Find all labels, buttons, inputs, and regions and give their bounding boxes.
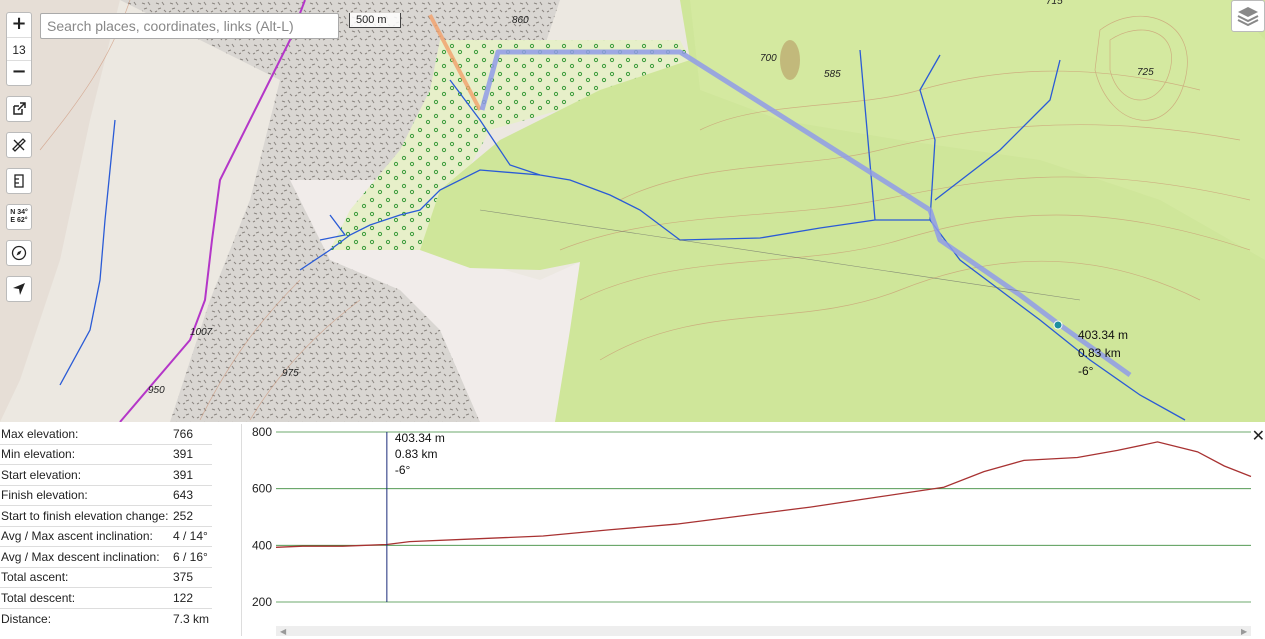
stat-row: Finish elevation: 643 [0,486,212,506]
stat-label: Max elevation: [1,426,79,441]
search-input[interactable] [40,13,339,39]
stat-label: Start elevation: [1,467,82,482]
cursor-label: -6° [395,463,411,477]
open-external-button[interactable] [6,96,32,122]
stat-label: Finish elevation: [1,488,88,503]
stat-label: Distance: [1,611,52,626]
stat-row: Avg / Max ascent inclination: 4 / 14° [0,527,212,547]
zoom-out-button[interactable]: − [7,61,31,85]
stat-value: 391 [173,447,194,462]
stat-value: 122 [173,590,194,605]
scale-label: 500 m [356,14,387,26]
cursor-label: 403.34 m [395,431,445,445]
stat-row: Start to finish elevation change: 252 [0,506,212,527]
peak-label: 715 [1046,0,1063,7]
map-canvas[interactable] [0,0,1265,422]
stat-value: 4 / 14° [173,529,208,544]
peak-label: 975 [282,368,299,379]
y-tick-label: 800 [252,425,272,439]
elevation-profile-chart[interactable]: 200 400 600 800 403.34 m 0.83 km -6° ✕ [242,422,1265,636]
map-view[interactable]: 860 715 700 585 725 1007 975 950 403.34 … [0,0,1265,422]
peak-label: 725 [1137,67,1154,78]
stat-value: 375 [173,570,194,585]
stat-value: 252 [173,508,194,523]
locate-button[interactable] [6,276,32,302]
coordinates-lat: N 34° [10,209,28,216]
elevation-stats-table: Max elevation: 766 Min elevation: 391 Start … [0,424,212,629]
stat-label: Total descent: [1,590,76,605]
map-point-tooltip: 403.34 m 0.83 km -6° [1078,326,1128,380]
elevation-chart-svg[interactable]: 200 400 600 800 403.34 m 0.83 km -6° [242,422,1265,636]
tooltip-elevation: 403.34 m [1078,328,1129,342]
map-controls: + 13 − N 34° E 62° [6,12,32,302]
peak-label: 700 [760,53,777,64]
tooltip-distance: 0.83 km [1078,346,1121,360]
stat-value: 766 [173,426,194,441]
coordinates-lon: E 62° [10,217,28,224]
zoom-control: + 13 − [6,12,32,86]
layers-icon [1237,7,1259,27]
stat-value: 7.3 km [173,611,210,626]
panorama-icon [14,174,24,188]
layers-button[interactable] [1231,0,1265,32]
print-button[interactable] [6,168,32,194]
close-profile-button[interactable]: ✕ [1252,426,1265,445]
compass-button[interactable] [6,240,32,266]
stat-label: Avg / Max descent inclination: [1,549,160,564]
scroll-left-icon[interactable]: ◀ [280,627,286,636]
stat-row: Distance: 7.3 km [0,609,212,630]
zoom-in-button[interactable]: + [7,13,31,37]
cursor-label: 0.83 km [395,447,438,461]
y-tick-label: 400 [252,538,272,552]
stat-label: Start to finish elevation change: [1,508,169,523]
stat-row: Max elevation: 766 [0,424,212,445]
stat-value: 643 [173,488,194,503]
peak-label: 860 [512,15,529,26]
peak-label: 585 [824,69,841,80]
stat-label: Avg / Max ascent inclination: [1,529,153,544]
stat-row: Total descent: 122 [0,588,212,609]
stat-label: Total ascent: [1,570,69,585]
scroll-right-icon[interactable]: ▶ [1241,627,1247,636]
ruler-icon [12,138,26,152]
stat-value: 6 / 16° [173,549,208,564]
chart-scrollbar[interactable] [276,626,1251,636]
location-arrow-icon [13,283,25,295]
compass-icon [11,245,27,261]
stat-value: 391 [173,467,194,482]
stat-row: Start elevation: 391 [0,465,212,486]
peak-label: 1007 [190,327,213,338]
contour-label: 950 [148,385,165,396]
stat-label: Min elevation: [1,447,76,462]
y-tick-label: 600 [252,482,272,496]
scale-bar: 500 m [349,13,401,28]
stat-row: Avg / Max descent inclination: 6 / 16° [0,547,212,568]
measure-tool-button[interactable] [6,132,32,158]
stat-row: Min elevation: 391 [0,445,212,465]
zoom-level: 13 [7,37,31,61]
stat-row: Total ascent: 375 [0,568,212,588]
external-link-icon [13,102,26,115]
y-tick-label: 200 [252,595,272,609]
tooltip-angle: -6° [1078,364,1094,378]
coordinates-button[interactable]: N 34° E 62° [6,204,32,230]
